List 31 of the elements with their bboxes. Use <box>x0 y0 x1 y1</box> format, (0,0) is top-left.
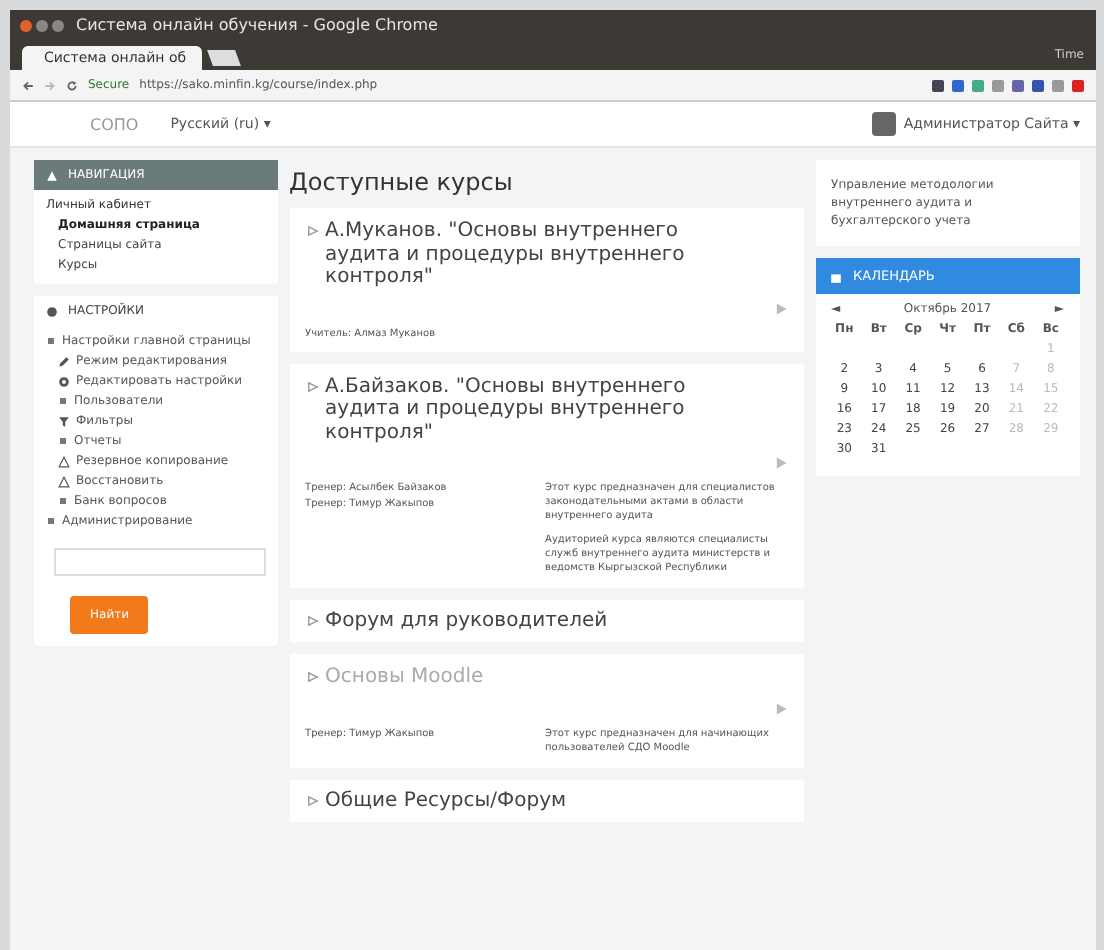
enter-icon[interactable] <box>773 701 788 715</box>
bullet-icon <box>60 498 66 504</box>
settings-icon <box>58 376 70 388</box>
bullet-icon <box>60 438 66 444</box>
calendar-icon <box>829 271 842 283</box>
triangle-icon <box>305 379 320 393</box>
avatar-icon[interactable] <box>871 112 896 136</box>
enter-icon[interactable] <box>773 301 788 315</box>
pencil-icon <box>58 356 70 368</box>
page-title: Доступные курсы <box>289 168 515 196</box>
search-field[interactable] <box>54 548 266 576</box>
new-tab-button[interactable] <box>207 50 241 66</box>
window-controls[interactable] <box>20 19 64 31</box>
triangle-icon <box>305 614 320 628</box>
back-icon[interactable] <box>22 80 34 92</box>
forward-icon[interactable] <box>44 80 56 92</box>
reload-icon[interactable] <box>66 80 78 92</box>
bullet-icon <box>60 398 66 404</box>
course-title[interactable]: А.Муканов. "Основы внутреннего аудита и процедуры внутреннего контроля" <box>325 220 706 289</box>
filter-icon <box>58 416 70 428</box>
extension-icons[interactable] <box>932 79 1084 91</box>
window-title: Система онлайн обучения - Google Chrome <box>76 16 438 34</box>
triangle-icon <box>305 224 320 238</box>
settings-icon <box>46 306 58 318</box>
bullet-icon <box>48 338 54 344</box>
triangle-icon <box>46 170 58 182</box>
triangle-icon <box>305 793 320 807</box>
course-title[interactable]: А.Байзаков. "Основы внутреннего аудита и процедуры внутреннего контроля" <box>325 375 706 444</box>
triangle-icon <box>305 670 320 684</box>
enter-icon[interactable] <box>773 456 788 470</box>
bullet-icon <box>48 518 54 524</box>
